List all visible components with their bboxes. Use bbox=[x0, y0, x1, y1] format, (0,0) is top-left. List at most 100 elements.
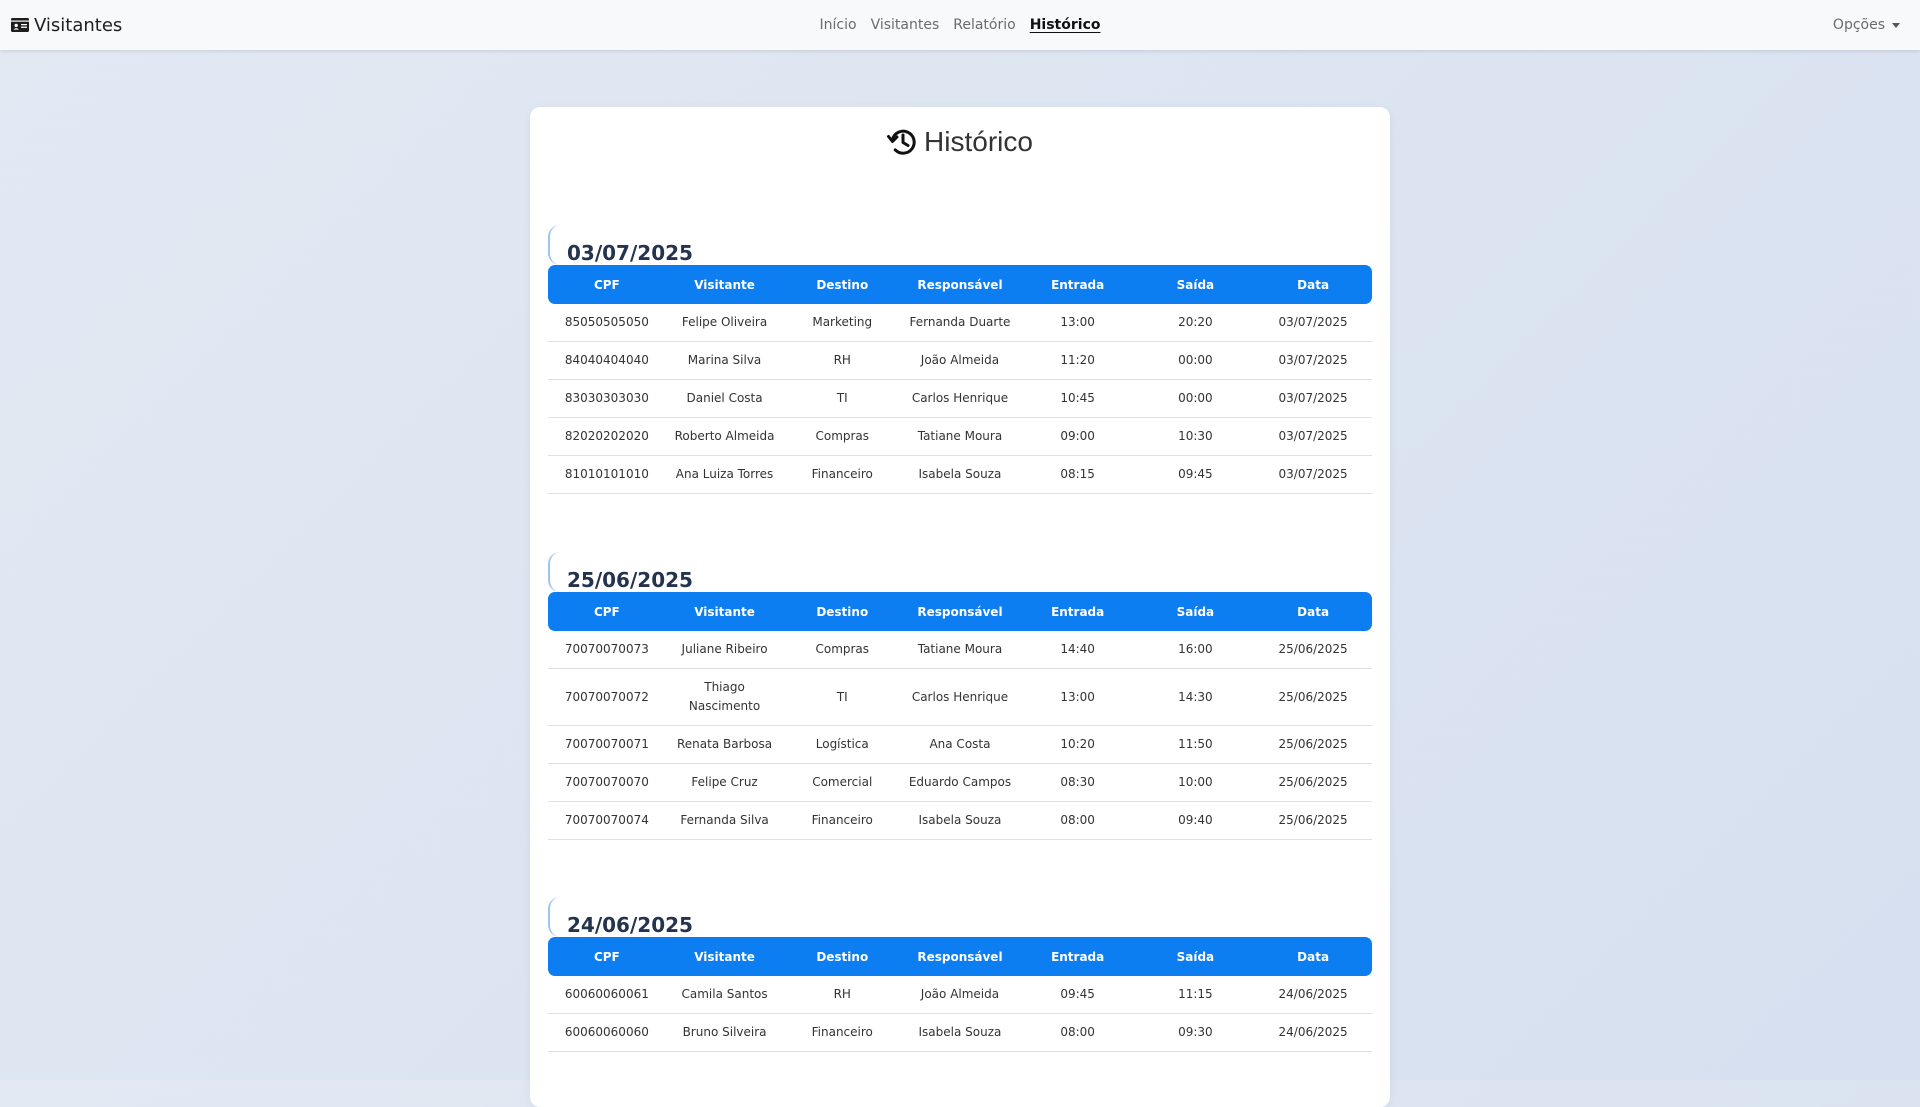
column-header-responsavel: Responsável bbox=[901, 265, 1019, 304]
cell-entrada: 10:45 bbox=[1018, 380, 1137, 418]
cell-destino: Compras bbox=[783, 631, 902, 669]
cell-responsavel: Isabela Souza bbox=[901, 802, 1019, 840]
cell-saida: 09:30 bbox=[1136, 1014, 1255, 1052]
cell-responsavel: Tatiane Moura bbox=[901, 418, 1019, 456]
column-header-data: Data bbox=[1254, 592, 1372, 631]
cell-visitante: Roberto Almeida bbox=[665, 418, 784, 456]
page-title: Histórico bbox=[530, 126, 1390, 158]
column-header-data: Data bbox=[1254, 937, 1372, 976]
id-card-icon bbox=[11, 18, 29, 32]
cell-entrada: 11:20 bbox=[1018, 342, 1137, 380]
cell-visitante: Camila Santos bbox=[665, 976, 784, 1014]
cell-visitante: Ana Luiza Torres bbox=[665, 456, 784, 494]
column-header-cpf: CPF bbox=[548, 265, 666, 304]
column-header-cpf: CPF bbox=[548, 592, 666, 631]
cell-saida: 20:20 bbox=[1136, 304, 1255, 342]
cell-cpf: 70070070070 bbox=[548, 764, 666, 802]
cell-saida: 10:00 bbox=[1136, 764, 1255, 802]
cell-saida: 11:50 bbox=[1136, 726, 1255, 764]
cell-visitante: Marina Silva bbox=[665, 342, 784, 380]
cell-destino: Financeiro bbox=[783, 1014, 902, 1052]
cell-entrada: 09:00 bbox=[1018, 418, 1137, 456]
table-row: 83030303030 Daniel Costa TI Carlos Henri… bbox=[548, 380, 1372, 418]
cell-visitante: Felipe Cruz bbox=[665, 764, 784, 802]
brand-title: Visitantes bbox=[34, 14, 123, 36]
cell-data: 03/07/2025 bbox=[1254, 304, 1372, 342]
cell-entrada: 08:30 bbox=[1018, 764, 1137, 802]
column-header-cpf: CPF bbox=[548, 937, 666, 976]
cell-data: 25/06/2025 bbox=[1254, 726, 1372, 764]
history-section: 03/07/2025 CPF Visitante Destino Respons… bbox=[548, 225, 1372, 494]
cell-data: 24/06/2025 bbox=[1254, 1014, 1372, 1052]
cell-data: 25/06/2025 bbox=[1254, 802, 1372, 840]
cell-cpf: 70070070072 bbox=[548, 669, 666, 726]
section-date-heading: 03/07/2025 bbox=[548, 225, 1372, 265]
cell-data: 03/07/2025 bbox=[1254, 456, 1372, 494]
cell-responsavel: João Almeida bbox=[901, 342, 1019, 380]
cell-visitante: Thiago Nascimento bbox=[665, 669, 784, 726]
brand-link[interactable]: Visitantes bbox=[11, 0, 122, 50]
cell-saida: 14:30 bbox=[1136, 669, 1255, 726]
cell-destino: Financeiro bbox=[783, 456, 902, 494]
column-header-responsavel: Responsável bbox=[901, 937, 1019, 976]
cell-cpf: 60060060060 bbox=[548, 1014, 666, 1052]
main-nav: Início Visitantes Relatório Histórico bbox=[0, 0, 1920, 50]
column-header-responsavel: Responsável bbox=[901, 592, 1019, 631]
column-header-saida: Saída bbox=[1136, 265, 1255, 304]
table-row: 84040404040 Marina Silva RH João Almeida… bbox=[548, 342, 1372, 380]
history-card: Histórico 03/07/2025 CPF Visitante Desti… bbox=[530, 107, 1390, 1107]
cell-visitante: Daniel Costa bbox=[665, 380, 784, 418]
table-row: 70070070072 Thiago Nascimento TI Carlos … bbox=[548, 669, 1372, 726]
table-row: 60060060060 Bruno Silveira Financeiro Is… bbox=[548, 1014, 1372, 1052]
history-section: 25/06/2025 CPF Visitante Destino Respons… bbox=[548, 552, 1372, 840]
column-header-entrada: Entrada bbox=[1018, 265, 1137, 304]
column-header-visitante: Visitante bbox=[665, 937, 784, 976]
cell-cpf: 85050505050 bbox=[548, 304, 666, 342]
cell-entrada: 08:15 bbox=[1018, 456, 1137, 494]
nav-link-inicio[interactable]: Início bbox=[820, 17, 857, 33]
caret-down-icon bbox=[1892, 23, 1900, 28]
column-header-entrada: Entrada bbox=[1018, 592, 1137, 631]
nav-link-relatorio[interactable]: Relatório bbox=[953, 17, 1015, 33]
cell-data: 25/06/2025 bbox=[1254, 764, 1372, 802]
column-header-saida: Saída bbox=[1136, 592, 1255, 631]
section-date-heading: 25/06/2025 bbox=[548, 552, 1372, 592]
table-header-row: CPF Visitante Destino Responsável Entrad… bbox=[548, 592, 1372, 631]
cell-destino: Comercial bbox=[783, 764, 902, 802]
nav-link-historico[interactable]: Histórico bbox=[1030, 17, 1101, 33]
cell-data: 03/07/2025 bbox=[1254, 418, 1372, 456]
options-label: Opções bbox=[1832, 17, 1885, 33]
table-header-row: CPF Visitante Destino Responsável Entrad… bbox=[548, 265, 1372, 304]
cell-destino: Marketing bbox=[783, 304, 902, 342]
cell-responsavel: Fernanda Duarte bbox=[901, 304, 1019, 342]
history-section: 24/06/2025 CPF Visitante Destino Respons… bbox=[548, 897, 1372, 1052]
cell-entrada: 10:20 bbox=[1018, 726, 1137, 764]
cell-responsavel: João Almeida bbox=[901, 976, 1019, 1014]
cell-visitante: Juliane Ribeiro bbox=[665, 631, 784, 669]
table-row: 82020202020 Roberto Almeida Compras Tati… bbox=[548, 418, 1372, 456]
table-row: 70070070073 Juliane Ribeiro Compras Tati… bbox=[548, 631, 1372, 669]
cell-cpf: 70070070071 bbox=[548, 726, 666, 764]
nav-link-visitantes[interactable]: Visitantes bbox=[871, 17, 940, 33]
cell-entrada: 14:40 bbox=[1018, 631, 1137, 669]
cell-responsavel: Eduardo Campos bbox=[901, 764, 1019, 802]
cell-saida: 16:00 bbox=[1136, 631, 1255, 669]
column-header-destino: Destino bbox=[783, 937, 902, 976]
table-row: 70070070070 Felipe Cruz Comercial Eduard… bbox=[548, 764, 1372, 802]
cell-destino: TI bbox=[783, 380, 902, 418]
cell-cpf: 81010101010 bbox=[548, 456, 666, 494]
cell-responsavel: Tatiane Moura bbox=[901, 631, 1019, 669]
navbar: Visitantes Início Visitantes Relatório H… bbox=[0, 0, 1920, 50]
cell-visitante: Bruno Silveira bbox=[665, 1014, 784, 1052]
column-header-visitante: Visitante bbox=[665, 265, 784, 304]
history-table: CPF Visitante Destino Responsável Entrad… bbox=[548, 937, 1372, 1052]
cell-cpf: 84040404040 bbox=[548, 342, 666, 380]
cell-responsavel: Carlos Henrique bbox=[901, 669, 1019, 726]
column-header-data: Data bbox=[1254, 265, 1372, 304]
options-dropdown[interactable]: Opções bbox=[1833, 0, 1900, 50]
cell-entrada: 09:45 bbox=[1018, 976, 1137, 1014]
cell-data: 03/07/2025 bbox=[1254, 342, 1372, 380]
cell-saida: 00:00 bbox=[1136, 342, 1255, 380]
cell-cpf: 70070070073 bbox=[548, 631, 666, 669]
column-header-entrada: Entrada bbox=[1018, 937, 1137, 976]
